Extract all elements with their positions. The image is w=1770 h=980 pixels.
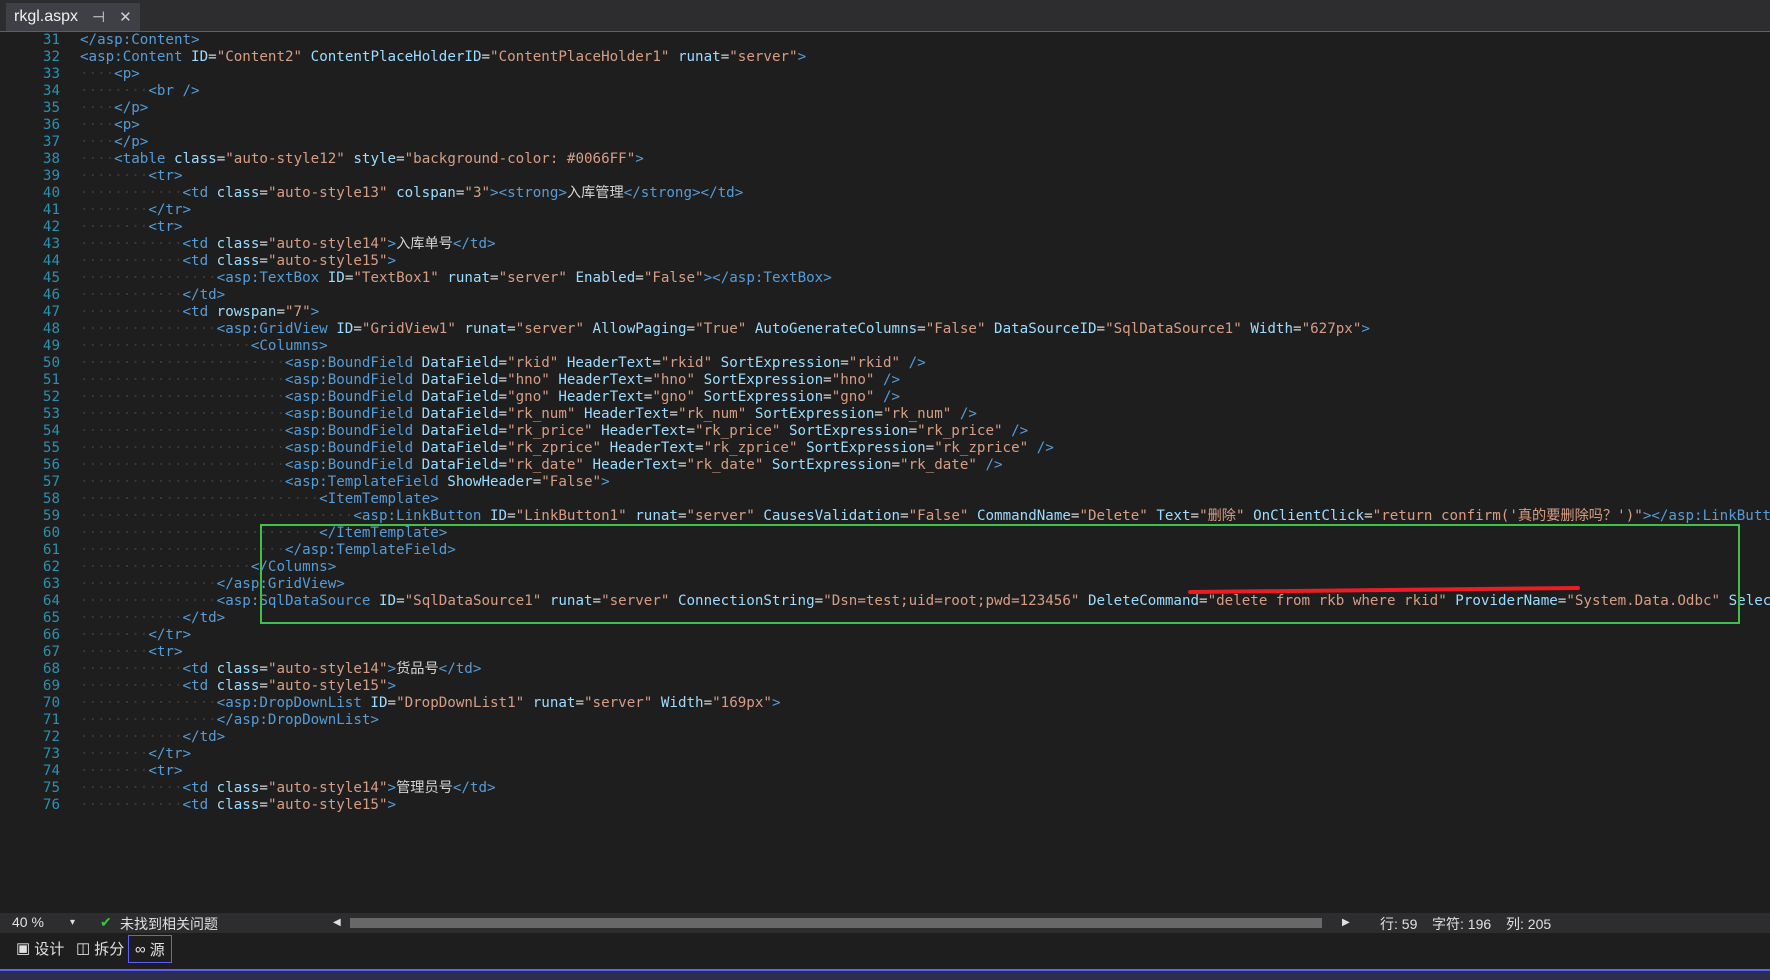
check-icon: ✔	[100, 914, 112, 930]
line-number: 76	[42, 797, 60, 813]
horizontal-scrollbar[interactable]	[350, 918, 1322, 928]
source-view-button[interactable]: ∞ 源	[128, 935, 172, 963]
split-view-button[interactable]: ◫ 拆分	[70, 935, 130, 961]
split-label: 拆分	[94, 940, 125, 958]
line-code: ············<td class="auto-style15">	[80, 797, 397, 813]
source-label: 源	[149, 941, 165, 959]
scroll-right-icon[interactable]: ▶	[1342, 917, 1350, 928]
highlight-box	[260, 524, 1740, 624]
tab-bar: rkgl.aspx ⊣ ✕	[0, 0, 1770, 32]
issues-text[interactable]: 未找到相关问题	[120, 914, 218, 934]
zoom-dropdown-icon[interactable]: ▾	[70, 917, 75, 928]
close-icon[interactable]: ✕	[119, 8, 132, 26]
split-icon: ◫	[76, 940, 91, 957]
row-indicator: 行: 59	[1380, 916, 1418, 932]
pin-icon[interactable]: ⊣	[92, 8, 105, 26]
tab-title: rkgl.aspx	[14, 8, 79, 25]
zoom-level[interactable]: 40 %	[12, 914, 44, 930]
scroll-left-icon[interactable]: ◀	[333, 917, 341, 928]
design-icon: ▣	[16, 940, 31, 957]
status-bar: 40 % ▾ ✔ 未找到相关问题 ◀ ▶ 行: 59 字符: 196 列: 20…	[0, 913, 1770, 933]
source-icon: ∞	[135, 940, 146, 958]
col-indicator: 列: 205	[1506, 916, 1552, 932]
design-view-button[interactable]: ▣ 设计	[10, 935, 70, 961]
bottom-accent-bar	[0, 969, 1770, 980]
code-editor[interactable]: 31 </asp:Content> 32 <asp:Content ID="Conte…	[0, 31, 1770, 913]
char-indicator: 字符: 196	[1432, 916, 1492, 932]
document-tab[interactable]: rkgl.aspx ⊣ ✕	[6, 3, 140, 31]
design-label: 设计	[34, 940, 65, 958]
line-code: <asp:Content ID="Content2" ContentPlaceH…	[80, 49, 807, 65]
